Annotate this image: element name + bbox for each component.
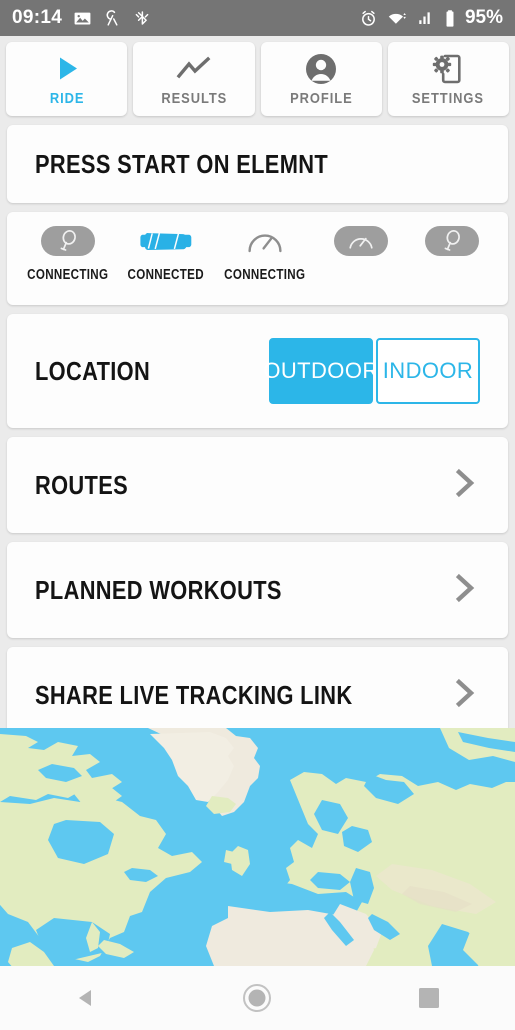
tab-profile-label: PROFILE — [289, 89, 353, 107]
back-triangle-icon[interactable] — [56, 974, 116, 1022]
person-icon — [304, 52, 338, 86]
top-tab-bar: RIDE RESULTS PROFILE SETTINGS — [0, 36, 515, 116]
app-screen: 09:14 95% RIDE RESULTS PROFILE SETTINGS … — [0, 0, 515, 1030]
ant-plus-icon — [103, 9, 122, 28]
location-title: LOCATION — [35, 355, 151, 386]
android-navigation-bar — [0, 966, 515, 1030]
alarm-icon — [359, 9, 378, 28]
tab-ride[interactable]: RIDE — [6, 42, 128, 116]
screenshot-icon — [73, 9, 92, 28]
row-planned-workouts-label: PLANNED WORKOUTS — [35, 574, 282, 605]
sensor-heart-rate[interactable]: CONNECTED — [118, 226, 213, 283]
chart-line-icon — [176, 52, 212, 86]
row-routes-label: ROUTES — [35, 469, 129, 500]
row-planned-workouts[interactable]: PLANNED WORKOUTS — [7, 542, 508, 638]
tab-results[interactable]: RESULTS — [133, 42, 255, 116]
speed-gauge-icon — [334, 226, 389, 256]
world-map[interactable] — [0, 728, 515, 966]
status-bar-right: 95% — [359, 7, 503, 29]
power-meter-icon — [425, 226, 480, 256]
sensor-status-label: CONNECTING — [224, 267, 306, 283]
location-toggle-group: OUTDOOR INDOOR — [263, 338, 480, 404]
heart-rate-strap-icon — [139, 226, 193, 256]
chevron-right-icon — [450, 569, 480, 612]
location-option-indoor[interactable]: INDOOR — [376, 338, 480, 404]
map-canvas — [0, 728, 515, 966]
battery-icon — [444, 9, 456, 28]
status-bar: 09:14 95% — [0, 0, 515, 36]
tab-results-label: RESULTS — [160, 89, 227, 107]
tab-settings-label: SETTINGS — [412, 89, 485, 107]
sensor-power-meter-1[interactable]: CONNECTING — [17, 226, 118, 283]
play-icon — [50, 52, 84, 86]
bluetooth-disabled-icon — [133, 9, 151, 27]
tab-profile[interactable]: PROFILE — [260, 42, 382, 116]
row-routes[interactable]: ROUTES — [7, 437, 508, 533]
sensor-status-label: CONNECTING — [27, 267, 109, 283]
status-bar-left: 09:14 — [12, 7, 151, 29]
row-share-live-tracking-link-label: SHARE LIVE TRACKING LINK — [35, 679, 353, 710]
press-start-banner: PRESS START ON ELEMNT — [7, 125, 508, 203]
sensor-status-label: CONNECTED — [128, 267, 205, 283]
home-circle-icon[interactable] — [227, 974, 287, 1022]
battery-percent: 95% — [464, 7, 503, 28]
power-meter-icon — [40, 226, 95, 256]
sensor-status-card: CONNECTING CONNECTED CONNECTING — [7, 212, 508, 305]
location-card: LOCATION OUTDOOR INDOOR — [7, 314, 508, 428]
chevron-right-icon — [450, 464, 480, 507]
device-gear-icon — [431, 52, 465, 86]
chevron-right-icon — [450, 674, 480, 717]
tab-settings[interactable]: SETTINGS — [387, 42, 509, 116]
tab-ride-label: RIDE — [49, 89, 84, 107]
wifi-icon — [387, 9, 408, 28]
press-start-title: PRESS START ON ELEMNT — [35, 148, 329, 179]
cellular-signal-icon — [417, 9, 435, 27]
sensor-speed-cadence-2[interactable] — [315, 226, 406, 283]
speed-gauge-icon — [238, 226, 292, 256]
sensor-speed-cadence-1[interactable]: CONNECTING — [214, 226, 315, 283]
status-bar-clock: 09:14 — [12, 7, 63, 28]
sensor-row: CONNECTING CONNECTED CONNECTING — [17, 226, 498, 283]
recents-square-icon[interactable] — [399, 974, 459, 1022]
location-option-outdoor[interactable]: OUTDOOR — [263, 338, 378, 404]
sensor-power-meter-2[interactable] — [407, 226, 498, 283]
